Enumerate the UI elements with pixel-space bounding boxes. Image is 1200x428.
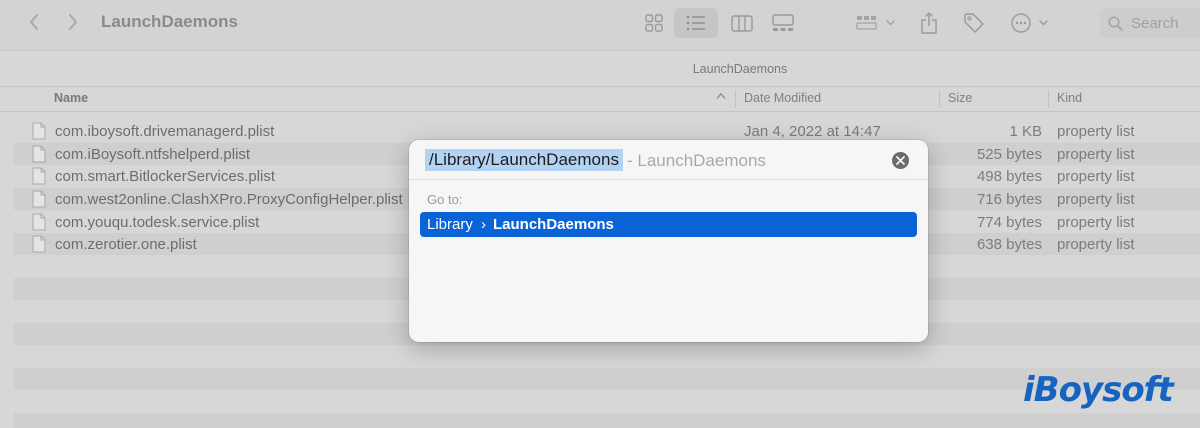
sort-ascending-icon xyxy=(716,93,726,99)
more-actions-icon xyxy=(1011,13,1048,33)
file-kind: property list xyxy=(1057,191,1135,208)
search-icon xyxy=(1108,16,1123,31)
iboysoft-watermark-logo: iBoysoft xyxy=(1021,366,1181,416)
result-target-folder: LaunchDaemons xyxy=(493,216,614,233)
watermark-text: iBoysoft xyxy=(1023,370,1174,410)
search-field[interactable]: Search xyxy=(1100,8,1200,38)
go-to-result-item[interactable]: Library › LaunchDaemons xyxy=(420,212,917,237)
column-view-icon xyxy=(731,14,753,32)
chevron-left-icon xyxy=(30,14,38,30)
file-kind: property list xyxy=(1057,168,1135,185)
path-bar-label: LaunchDaemons xyxy=(692,62,788,76)
plist-file-icon xyxy=(32,167,46,185)
clear-icon xyxy=(896,156,905,165)
column-divider[interactable] xyxy=(735,90,736,108)
file-size: 774 bytes xyxy=(976,214,1042,231)
plist-file-icon xyxy=(32,145,46,163)
file-kind: property list xyxy=(1057,146,1135,163)
tag-icon xyxy=(964,13,984,33)
clear-input-button[interactable] xyxy=(892,152,909,169)
file-size: 498 bytes xyxy=(976,168,1042,185)
result-path-separator: › xyxy=(481,216,486,233)
column-view-button[interactable] xyxy=(730,8,754,38)
window-title: LaunchDaemons xyxy=(101,12,238,31)
file-date: Jan 4, 2022 at 14:47 xyxy=(744,123,881,140)
go-to-folder-dialog: /Library/LaunchDaemons - LaunchDaemons G… xyxy=(409,140,928,342)
file-size: 525 bytes xyxy=(976,146,1042,163)
gallery-view-button[interactable] xyxy=(771,8,795,38)
path-completion-hint: - LaunchDaemons xyxy=(627,151,766,170)
file-kind: property list xyxy=(1057,214,1135,231)
file-name: com.iBoysoft.ntfshelperd.plist xyxy=(55,146,251,163)
path-input[interactable]: /Library/LaunchDaemons - LaunchDaemons xyxy=(409,140,928,180)
go-to-section-label: Go to: xyxy=(427,192,463,207)
list-view-icon xyxy=(686,15,705,31)
back-button[interactable] xyxy=(22,10,46,34)
path-bar: LaunchDaemons xyxy=(0,50,1200,86)
file-size: 1 KB xyxy=(1009,123,1042,140)
share-button[interactable] xyxy=(918,8,940,38)
file-size: 716 bytes xyxy=(976,191,1042,208)
plist-file-icon xyxy=(32,190,46,208)
icon-view-icon xyxy=(645,14,663,32)
file-name: com.smart.BitlockerServices.plist xyxy=(55,168,276,185)
tag-button[interactable] xyxy=(962,8,986,38)
icon-view-button[interactable] xyxy=(643,8,665,38)
file-name: com.west2online.ClashXPro.ProxyConfigHel… xyxy=(55,191,403,208)
file-kind: property list xyxy=(1057,236,1135,253)
plist-file-icon xyxy=(32,235,46,253)
file-name: com.zerotier.one.plist xyxy=(55,236,197,253)
search-placeholder: Search xyxy=(1131,15,1179,32)
chevron-right-icon xyxy=(69,14,77,30)
column-header-name[interactable]: Name xyxy=(54,91,88,105)
column-header-row: Name Date Modified Size Kind xyxy=(0,86,1200,112)
plist-file-icon xyxy=(32,213,46,231)
result-parent-folder: Library xyxy=(427,216,473,233)
group-icon xyxy=(856,16,895,30)
toolbar: LaunchDaemons Search xyxy=(0,0,1200,50)
plist-file-icon xyxy=(32,122,46,140)
file-name: com.youqu.todesk.service.plist xyxy=(55,214,260,231)
column-header-size[interactable]: Size xyxy=(948,91,972,105)
column-divider[interactable] xyxy=(1048,90,1049,108)
list-view-icon-wrap xyxy=(685,8,707,38)
gallery-view-icon xyxy=(772,14,794,31)
file-kind: property list xyxy=(1057,123,1135,140)
group-button[interactable] xyxy=(855,8,897,38)
file-size: 638 bytes xyxy=(976,236,1042,253)
column-header-date-modified[interactable]: Date Modified xyxy=(744,91,821,105)
path-input-value[interactable]: /Library/LaunchDaemons xyxy=(425,149,623,171)
share-icon xyxy=(921,12,937,34)
forward-button[interactable] xyxy=(61,10,85,34)
file-name: com.iboysoft.drivemanagerd.plist xyxy=(55,123,275,140)
file-row[interactable]: com.iboysoft.drivemanagerd.plist Jan 4, … xyxy=(14,120,1200,142)
column-header-kind[interactable]: Kind xyxy=(1057,91,1082,105)
column-divider[interactable] xyxy=(939,90,940,108)
more-actions-button[interactable] xyxy=(1010,8,1050,38)
